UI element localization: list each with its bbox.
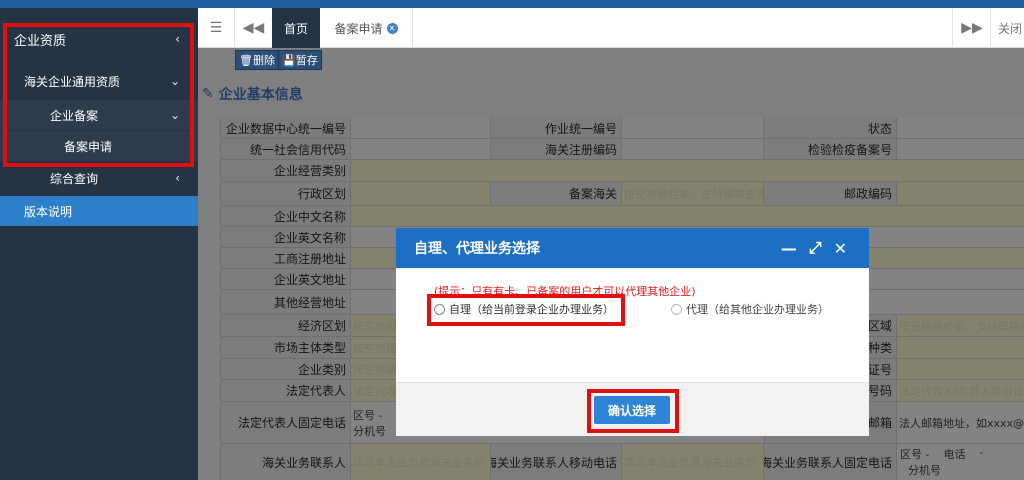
mail-field[interactable]: 法人邮箱地址，如xxxx@ [896,402,1024,443]
field-label: 海关业务联系人移动电话 [490,444,621,480]
form-row: 企业经营类别 [220,160,1024,182]
radio-label: 代理（给其他企业办理业务） [686,303,829,316]
tab-bar: ☰ ◀◀ 首页 备案申请 ✕ ▶▶ 关闭 [198,8,1024,48]
tab-scroll-right-icon[interactable]: ▶▶ [954,8,990,48]
field-label: 工商注册地址 [220,248,350,268]
area-code-label: 区号 - [353,408,383,422]
ext-label: 分机号 [353,424,386,438]
tab-label: 备案申请 [334,21,383,36]
section-title: ✎ 企业基本信息 [202,84,303,104]
type-field[interactable] [896,337,1024,358]
trash-icon: 🗑 [239,53,253,67]
dash-label: - [979,446,984,459]
field-label: 海关业务联系人 [220,444,350,480]
tab-home-label: 首页 [283,21,308,36]
highlight-box-self-option [427,294,625,326]
field-label: 统一社会信用代码 [220,139,350,159]
tab-scroll-left-icon[interactable]: ◀◀ [235,8,272,48]
region-field[interactable]: 按空格键检索、支持模糊查 [896,315,1024,336]
divider [952,8,953,48]
unified-code-field[interactable] [350,118,490,138]
field-label: 作业统一编号 [490,118,621,138]
credit-code-field[interactable] [350,139,490,159]
op-code-field[interactable] [621,118,763,138]
field-label: 企业英文名称 [220,227,350,247]
record-customs-field[interactable]: 按空格键检索、支持模糊查询 [621,182,763,205]
field-label: 检验检疫备案号 [763,139,896,159]
field-label: 法定代表人固定电话 [220,402,350,443]
business-type-field[interactable] [350,160,1024,181]
status-field[interactable] [896,118,1024,138]
field-label: 邮政编码 [763,182,896,205]
field-label: 海关业务联系人固定电话 [763,444,896,480]
close-tabs-button[interactable]: 关闭 [998,8,1022,48]
form-row: 企业中文名称 [220,206,1024,227]
save-label: 暂存 [295,54,318,67]
field-label: 企业类别 [220,359,350,379]
save-icon: 💾 [282,53,296,67]
field-label: 其他经营地址 [220,290,350,314]
cn-name-field[interactable] [350,206,1024,226]
field-label: 企业经营类别 [220,160,350,181]
maximize-icon[interactable]: ⤢ [809,238,822,258]
edit-icon: ✎ [202,86,214,102]
dialog-controls: — ⤢ ✕ [781,228,847,268]
ext-label: 分机号 [908,464,941,477]
tab-home[interactable]: 首页 [272,8,320,48]
field-label: 经济区划 [220,315,350,336]
field-label: 海关注册编码 [490,139,621,159]
field-label: 市场主体类型 [220,337,350,358]
id-field[interactable]: 法定代表人/负责人身份证 [896,380,1024,401]
highlight-box-confirm [587,389,679,433]
field-label: 企业英文地址 [220,269,350,289]
highlight-box-sidebar [3,23,194,167]
close-tabs-label: 关闭 [998,21,1023,36]
divider [412,8,413,48]
divider [990,8,991,48]
form-row: 行政区划 备案海关 按空格键检索、支持模糊查询 邮政编码 [220,182,1024,206]
dialog-title: 自理、代理业务选择 [414,241,540,257]
biz-phone-field[interactable]: 区号 - 电话 - 分机号 [896,444,1024,480]
field-label: 法定代表人 [220,380,350,401]
close-icon[interactable]: ✕ [834,239,847,258]
area-code-label: 区号 - [900,448,930,461]
field-label: 行政区划 [220,182,350,205]
top-banner [0,0,1024,8]
sidebar-item-label: 版本说明 [24,204,73,219]
agent-operate-radio[interactable]: 代理（给其他企业办理业务） [671,301,829,317]
sidebar-item-version[interactable]: 版本说明 [0,196,198,226]
field-label: 企业中文名称 [220,206,350,226]
save-draft-button[interactable]: 💾 暂存 [278,50,322,70]
biz-contact-field[interactable]: 填写本企业负责海关业务的 [350,444,490,480]
admin-region-field[interactable] [350,182,490,205]
field-label: 状态 [763,118,896,138]
phone-label: 电话 [943,448,966,461]
field-label: 企业数据中心统一编号 [220,118,350,138]
postal-code-field[interactable] [896,182,1024,205]
biz-mobile-field[interactable]: 填写本企业负责海关业务的 [621,444,763,480]
customs-reg-field[interactable] [621,139,763,159]
chevron-left-icon: ‹ [175,171,180,185]
tab-record-apply[interactable]: 备案申请 ✕ [320,8,412,48]
sidebar-item-label: 综合查询 [50,171,99,186]
form-row: 统一社会信用代码 海关注册编码 检验检疫备案号 [220,139,1024,160]
sidebar-item-query[interactable]: 综合查询 ‹ [0,163,198,193]
radio-circle-icon [671,303,682,315]
menu-toggle-icon[interactable]: ☰ [198,8,234,48]
form-row: 企业数据中心统一编号 作业统一编号 状态 [220,118,1024,139]
delete-button[interactable]: 🗑 删除 [235,50,279,70]
field-label: 备案海关 [490,182,621,205]
delete-label: 删除 [252,54,275,67]
cert-field[interactable] [896,359,1024,379]
form-row: 海关业务联系人 填写本企业负责海关业务的 海关业务联系人移动电话 填写本企业负责… [220,444,1024,480]
inspect-code-field[interactable] [896,139,1024,159]
close-icon[interactable]: ✕ [386,22,398,34]
section-title-text: 企业基本信息 [218,87,303,103]
dialog-header: 自理、代理业务选择 — ⤢ ✕ [396,228,869,268]
minimize-icon[interactable]: — [781,239,797,258]
